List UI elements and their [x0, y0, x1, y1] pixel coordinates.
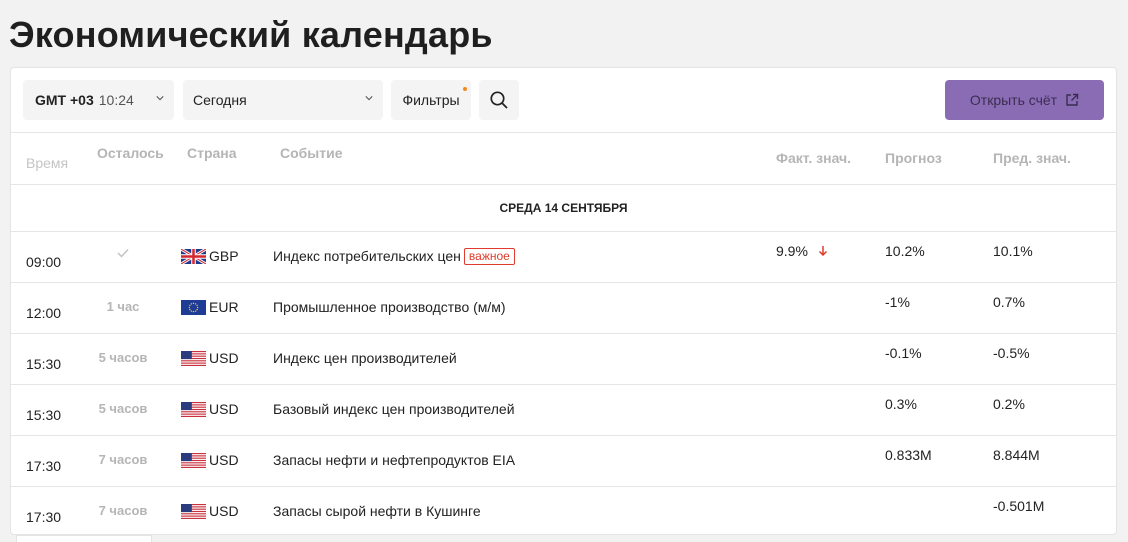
row-actual-value: 9.9% [776, 243, 808, 259]
row-previous: 0.2% [993, 396, 1025, 412]
row-time: 15:30 [26, 356, 62, 372]
check-icon [91, 246, 155, 261]
row-event: Индекс потребительских цен важное [273, 248, 515, 265]
search-button[interactable] [479, 80, 519, 120]
row-event: Базовый индекс цен производителей [273, 401, 515, 417]
us-flag-icon [181, 402, 206, 417]
row-event-label: Индекс потребительских цен [273, 248, 461, 264]
row-currency: USD [209, 452, 239, 468]
row-time: 09:00 [26, 254, 62, 270]
us-flag-icon [181, 504, 206, 519]
us-flag-icon [181, 351, 206, 366]
row-time: 15:30 [26, 407, 62, 423]
row-forecast: 10.2% [885, 243, 925, 259]
gb-flag-icon [181, 249, 206, 264]
filters-label: Фильтры [402, 92, 460, 108]
row-event: Промышленное производство (м/м) [273, 299, 506, 315]
row-currency: USD [209, 503, 239, 519]
header-forecast: Прогноз [885, 150, 942, 166]
row-previous: -0.501M [993, 498, 1045, 514]
open-account-button[interactable]: Открыть счёт [945, 80, 1104, 120]
page-title: Экономический календарь [9, 14, 493, 55]
row-time: 17:30 [26, 509, 62, 525]
chevron-down-icon [156, 96, 164, 101]
filter-indicator-dot [463, 87, 467, 91]
date-select-value: Сегодня [193, 92, 247, 108]
row-forecast: -0.1% [885, 345, 922, 361]
row-forecast: -1% [885, 294, 910, 310]
calendar-card: GMT +03 10:24 Сегодня Фильтры Открыть сч… [10, 67, 1117, 535]
header-time: Время [26, 155, 69, 171]
row-currency: USD [209, 401, 239, 417]
row-forecast: 0.3% [885, 396, 917, 412]
importance-badge: важное [463, 248, 515, 265]
row-time-left: 5 часов [98, 401, 148, 416]
date-select[interactable]: Сегодня [183, 80, 383, 120]
row-event: Запасы сырой нефти в Кушинге [273, 503, 481, 519]
row-time-left: 7 часов [98, 452, 148, 467]
timezone-offset: GMT +03 [35, 92, 94, 108]
search-icon [490, 91, 508, 109]
row-time: 17:30 [26, 458, 62, 474]
row-time-left: 1 час [106, 299, 140, 314]
row-currency: GBP [209, 248, 239, 264]
table-row[interactable]: 15:30 5 часов USD Базовый индекс цен про… [11, 385, 1116, 436]
row-time-left: 7 часов [98, 503, 148, 518]
timezone-time: 10:24 [98, 92, 134, 108]
header-country: Страна [187, 145, 237, 161]
table-row[interactable]: 15:30 5 часов USD Индекс цен производите… [11, 334, 1116, 385]
table-row[interactable]: 17:30 7 часов USD Запасы сырой нефти в К… [11, 487, 1116, 534]
row-previous: 8.844M [993, 447, 1040, 463]
us-flag-icon [181, 453, 206, 468]
divider [11, 132, 1116, 133]
row-time: 12:00 [26, 305, 62, 321]
table-row[interactable]: 17:30 7 часов USD Запасы нефти и нефтепр… [11, 436, 1116, 487]
toolbar: GMT +03 10:24 Сегодня Фильтры Открыть сч… [11, 68, 1116, 132]
row-event: Запасы нефти и нефтепродуктов EIA [273, 452, 516, 468]
header-event: Событие [280, 145, 343, 161]
chevron-down-icon [365, 96, 373, 101]
table-row[interactable]: 09:00 GBP Индекс потребительских цен важн… [11, 232, 1116, 283]
row-previous: 0.7% [993, 294, 1025, 310]
header-left: Осталось [97, 145, 164, 161]
eu-flag-icon [181, 300, 206, 315]
header-actual: Факт. знач. [776, 150, 852, 166]
day-separator: СРЕДА 14 СЕНТЯБРЯ [499, 201, 628, 215]
row-forecast: 0.833M [885, 447, 932, 463]
table-row[interactable]: 12:00 1 час EUR Промышленное производств… [11, 283, 1116, 334]
row-currency: USD [209, 350, 239, 366]
timezone-select[interactable]: GMT +03 10:24 [23, 80, 174, 120]
row-previous: 10.1% [993, 243, 1033, 259]
row-event: Индекс цен производителей [273, 350, 457, 366]
down-arrow-icon [814, 244, 828, 259]
external-link-icon [1066, 93, 1079, 106]
header-previous: Пред. знач. [993, 150, 1071, 166]
row-time-left: 5 часов [98, 350, 148, 365]
open-account-label: Открыть счёт [969, 92, 1058, 108]
row-previous: -0.5% [993, 345, 1030, 361]
row-actual: 9.9% [776, 243, 828, 259]
filters-button[interactable]: Фильтры [391, 80, 471, 120]
row-currency: EUR [209, 299, 239, 315]
